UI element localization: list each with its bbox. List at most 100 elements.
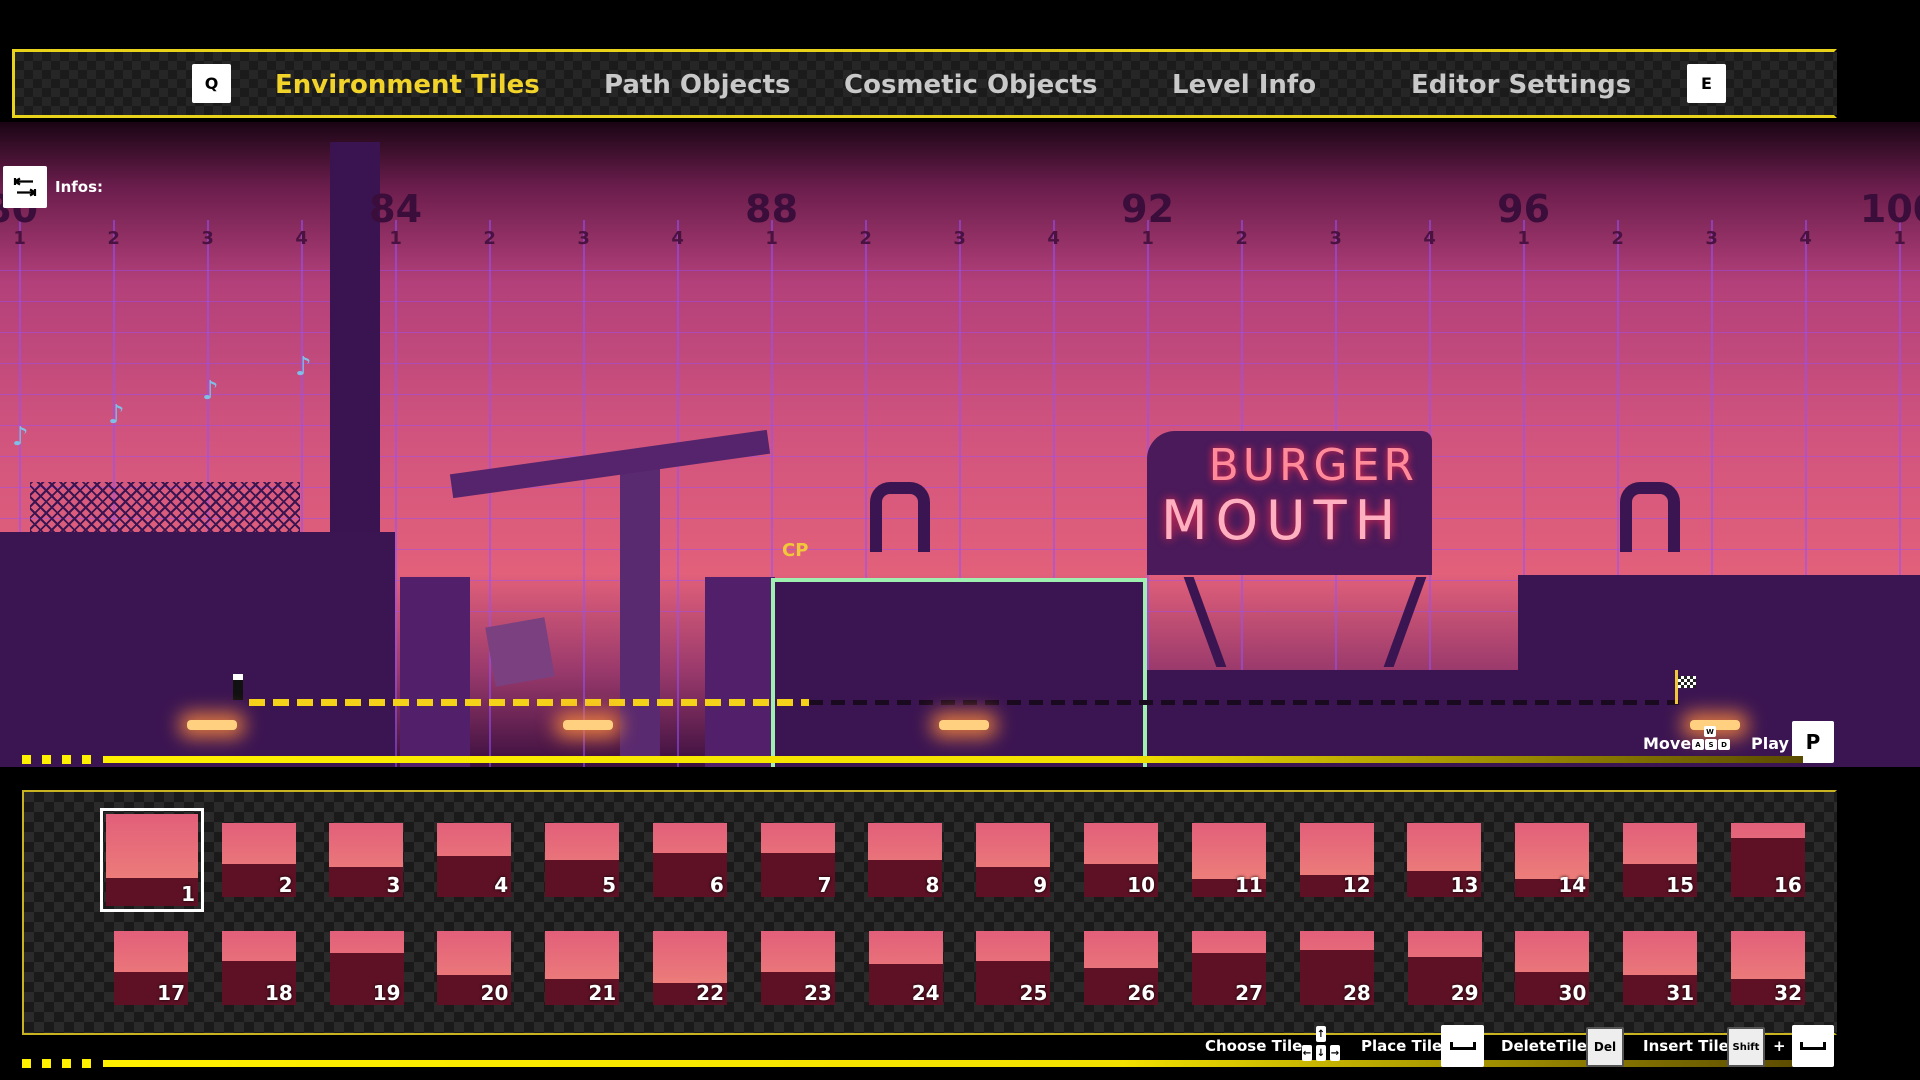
sign-leg: [1383, 577, 1427, 667]
tab-level-info[interactable]: Level Info: [1172, 70, 1316, 100]
ground-light: [563, 720, 613, 730]
timeline-scrollbar[interactable]: [103, 756, 1803, 763]
bar-number: 100: [1859, 187, 1920, 231]
tile-number: 1: [181, 882, 195, 906]
tile-option[interactable]: 24: [868, 931, 943, 1005]
palette-scrollbar[interactable]: [103, 1060, 1803, 1067]
arrow-right-key-icon: →: [1330, 1045, 1340, 1061]
tile-option[interactable]: 12: [1299, 823, 1374, 897]
ground-light: [939, 720, 989, 730]
tile-option[interactable]: 14: [1515, 823, 1590, 897]
beat-label: 1: [765, 228, 778, 249]
key-w: W: [1704, 726, 1716, 737]
tile-option[interactable]: 2: [221, 823, 296, 897]
burger-mouth-sign: BURGER MOUTH: [1147, 431, 1432, 575]
tile-option[interactable]: 18: [221, 931, 296, 1005]
row-gridline: [0, 425, 1920, 426]
beat-label: 2: [859, 228, 872, 249]
infos-toggle-button[interactable]: [3, 166, 47, 208]
tile-option[interactable]: 29: [1407, 931, 1482, 1005]
tile-option[interactable]: 15: [1623, 823, 1697, 897]
tile-option[interactable]: 1: [100, 808, 204, 912]
progress-marker: [82, 755, 91, 764]
bar-number: 88: [745, 187, 799, 231]
path-line-active: [249, 699, 809, 706]
tile-option[interactable]: 13: [1407, 823, 1482, 897]
progress-marker: [62, 1059, 71, 1068]
tile-number: 31: [1666, 981, 1695, 1005]
tab-path-objects[interactable]: Path Objects: [604, 70, 790, 100]
tile-number: 16: [1773, 873, 1802, 897]
tile-number: 11: [1234, 873, 1263, 897]
tile-option[interactable]: 28: [1299, 931, 1374, 1005]
tab-cosmetic-objects[interactable]: Cosmetic Objects: [844, 70, 1098, 100]
progress-marker: [42, 755, 51, 764]
row-gridline: [0, 332, 1920, 333]
swap-arrows-icon: [13, 177, 37, 197]
tile-number: 29: [1450, 981, 1479, 1005]
tile-number: 22: [696, 981, 724, 1005]
tile-option[interactable]: 20: [437, 931, 512, 1005]
tile-option[interactable]: 31: [1623, 931, 1698, 1005]
tile-number: 19: [372, 981, 401, 1005]
row-gridline: [0, 301, 1920, 302]
tile-option[interactable]: 11: [1191, 823, 1266, 897]
tile-option[interactable]: 17: [114, 931, 188, 1005]
tile-number: 9: [1033, 873, 1048, 897]
beat-label: 3: [1329, 228, 1342, 249]
arrow-up-key-icon: ↑: [1316, 1026, 1326, 1042]
tab-environment-tiles[interactable]: Environment Tiles: [275, 70, 540, 100]
tile-option[interactable]: 8: [868, 823, 943, 897]
crane-crate: [485, 617, 555, 687]
row-gridline: [0, 394, 1920, 395]
next-tab-key-button[interactable]: E: [1687, 64, 1726, 103]
selection-box[interactable]: [771, 578, 1147, 767]
plus-label: +: [1773, 1037, 1786, 1055]
bar-number: 92: [1121, 187, 1175, 231]
tile-option[interactable]: 32: [1731, 931, 1805, 1005]
beat-label: 1: [13, 228, 26, 249]
beat-label: 3: [577, 228, 590, 249]
insert-tile-label: Insert Tile: [1643, 1037, 1729, 1055]
sign-line-1: BURGER: [1208, 440, 1418, 491]
music-note-icon: ♪: [12, 422, 29, 452]
tile-option[interactable]: 5: [545, 823, 619, 897]
tile-option[interactable]: 30: [1515, 931, 1590, 1005]
tile-number: 14: [1558, 873, 1587, 897]
tile-option[interactable]: 4: [437, 823, 512, 897]
tile-number: 8: [925, 873, 940, 897]
progress-marker: [62, 755, 71, 764]
tile-option[interactable]: 9: [976, 823, 1051, 897]
tile-option[interactable]: 10: [1084, 823, 1158, 897]
bar-number: 96: [1497, 187, 1551, 231]
tile-number: 10: [1127, 873, 1155, 897]
tile-option[interactable]: 23: [760, 931, 835, 1005]
tab-editor-settings[interactable]: Editor Settings: [1411, 70, 1631, 100]
beat-label: 2: [1611, 228, 1624, 249]
tile-option[interactable]: 27: [1192, 931, 1266, 1005]
tile-option[interactable]: 7: [760, 823, 835, 897]
category-tab-bar: Q Environment Tiles Path Objects Cosmeti…: [12, 49, 1837, 118]
delete-tile-label: DeleteTile: [1501, 1037, 1587, 1055]
tile-number: 21: [588, 981, 617, 1005]
tile-number: 4: [494, 873, 509, 897]
player-character[interactable]: [233, 674, 243, 700]
finish-flag: [1678, 676, 1696, 688]
move-label: Move: [1643, 734, 1692, 753]
tile-number: 26: [1127, 981, 1156, 1005]
tile-option[interactable]: 25: [976, 931, 1051, 1005]
tile-option[interactable]: 3: [329, 823, 404, 897]
prev-tab-key-button[interactable]: Q: [192, 64, 231, 103]
music-note-icon: ♪: [295, 352, 312, 382]
tile-option[interactable]: 22: [653, 931, 727, 1005]
tile-option[interactable]: 16: [1730, 823, 1805, 897]
beat-label: 1: [1893, 228, 1906, 249]
tile-option[interactable]: 6: [652, 823, 727, 897]
beat-gridline: [488, 220, 491, 767]
tile-option[interactable]: 21: [545, 931, 620, 1005]
level-canvas[interactable]: BURGER MOUTH CP ♪ ♪ ♪ ♪ 1 2 3 4 1 2 3 4 1 2 3 4 1 2 3 4…: [0, 122, 1920, 767]
tile-option[interactable]: 26: [1084, 931, 1159, 1005]
tile-option[interactable]: 19: [329, 931, 404, 1005]
building-left: [0, 532, 395, 767]
ground-light: [187, 720, 237, 730]
